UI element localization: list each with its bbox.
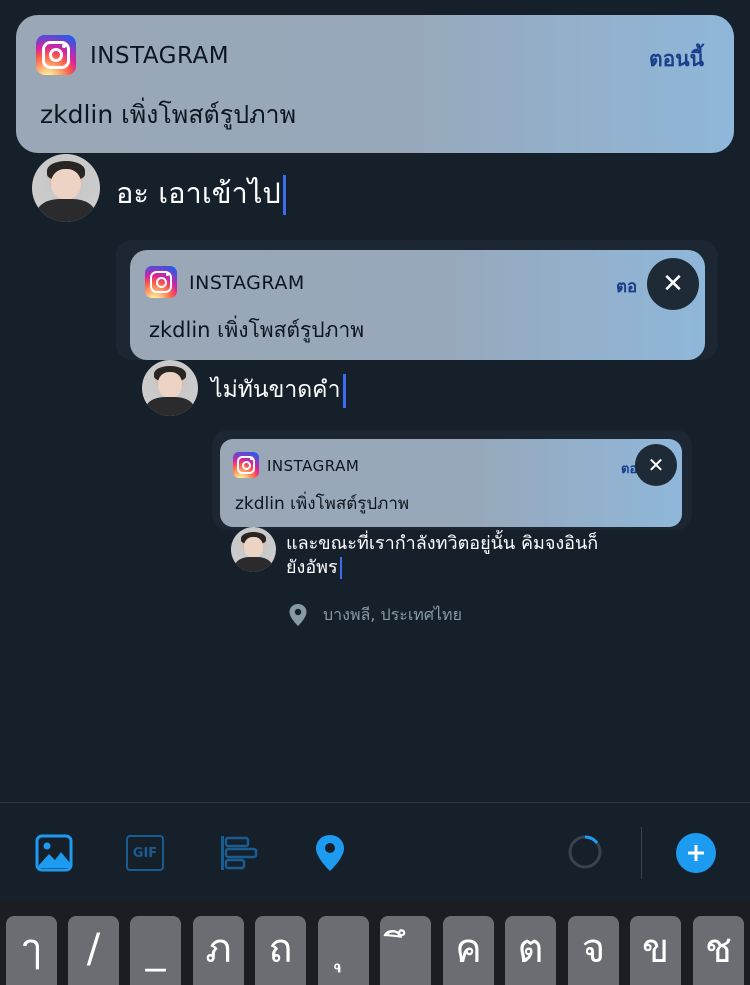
- key[interactable]: ภ: [193, 916, 244, 985]
- notification-message: zkdlin เพิ่งโพสต์รูปภาพ: [40, 100, 297, 129]
- close-icon: ✕: [662, 269, 684, 299]
- location-tag[interactable]: บางพลี, ประเทศไทย: [287, 603, 462, 627]
- keyboard: ๅ / _ ภ ถ ุ ึ ค ต จ ข ช: [0, 902, 750, 985]
- instagram-icon: [233, 452, 259, 478]
- plus-icon: [688, 845, 704, 861]
- key[interactable]: ต: [505, 916, 556, 985]
- notification-message: zkdlin เพิ่งโพสต์รูปภาพ: [235, 494, 410, 514]
- close-button[interactable]: ✕: [635, 444, 677, 486]
- instagram-icon: [36, 35, 76, 75]
- key[interactable]: ุ: [318, 916, 369, 985]
- close-icon: ✕: [647, 453, 665, 477]
- toolbar-divider: [641, 827, 642, 879]
- text-cursor: [339, 557, 342, 579]
- gif-button[interactable]: GIF: [126, 835, 164, 871]
- key[interactable]: ถ: [255, 916, 306, 985]
- notification-message: zkdlin เพิ่งโพสต์รูปภาพ: [149, 318, 365, 342]
- notification-banner-1[interactable]: INSTAGRAM ตอนนี้ zkdlin เพิ่งโพสต์รูปภาพ: [16, 15, 734, 153]
- text-cursor: [342, 373, 346, 408]
- key[interactable]: ึ: [380, 916, 431, 985]
- tweet-text-line-1: และขณะที่เรากำลังทวิตอยู่นั้น คิมจงอินก็: [286, 533, 599, 554]
- key[interactable]: ค: [443, 916, 494, 985]
- notification-app-name: INSTAGRAM: [90, 43, 230, 69]
- character-count-ring: [568, 835, 602, 869]
- notification-banner-3[interactable]: INSTAGRAM ตอ zkdlin เพิ่งโพสต์รูปภาพ: [220, 439, 682, 527]
- notification-app-name: INSTAGRAM: [189, 272, 305, 294]
- gif-label: GIF: [132, 845, 158, 861]
- key[interactable]: _: [130, 916, 181, 985]
- tweet-text-1[interactable]: อะ เอาเข้าไป: [116, 170, 286, 216]
- tweet-text-3[interactable]: และขณะที่เรากำลังทวิตอยู่นั้น คิมจงอินก็…: [286, 532, 598, 580]
- notification-app-name: INSTAGRAM: [267, 457, 360, 475]
- key[interactable]: ช: [693, 916, 744, 985]
- avatar: [231, 527, 276, 572]
- notification-time: ตอ: [616, 277, 638, 297]
- key[interactable]: จ: [568, 916, 619, 985]
- tweet-text-content: อะ เอาเข้าไป: [116, 176, 281, 210]
- key[interactable]: /: [68, 916, 119, 985]
- location-text: บางพลี, ประเทศไทย: [323, 604, 462, 624]
- notification-banner-2[interactable]: INSTAGRAM ตอ zkdlin เพิ่งโพสต์รูปภาพ: [130, 250, 705, 360]
- key[interactable]: ๅ: [6, 916, 57, 985]
- location-pin-icon: [289, 604, 307, 626]
- poll-icon[interactable]: [219, 835, 259, 871]
- key[interactable]: ข: [630, 916, 681, 985]
- instagram-icon: [145, 266, 177, 298]
- avatar: [142, 360, 198, 416]
- text-cursor: [282, 175, 286, 215]
- add-tweet-button[interactable]: [676, 833, 716, 873]
- tweet-text-line-2: ยังอัพร: [286, 557, 338, 578]
- notification-time: ตอนนี้: [649, 47, 704, 71]
- image-icon[interactable]: [35, 834, 73, 872]
- avatar: [32, 154, 100, 222]
- tweet-text-content: ไม่ทันขาดคำ: [211, 377, 341, 403]
- location-pin-icon[interactable]: [313, 833, 347, 873]
- tweet-text-2[interactable]: ไม่ทันขาดคำ: [211, 372, 346, 408]
- compose-toolbar: GIF: [0, 802, 750, 903]
- close-button[interactable]: ✕: [647, 258, 699, 310]
